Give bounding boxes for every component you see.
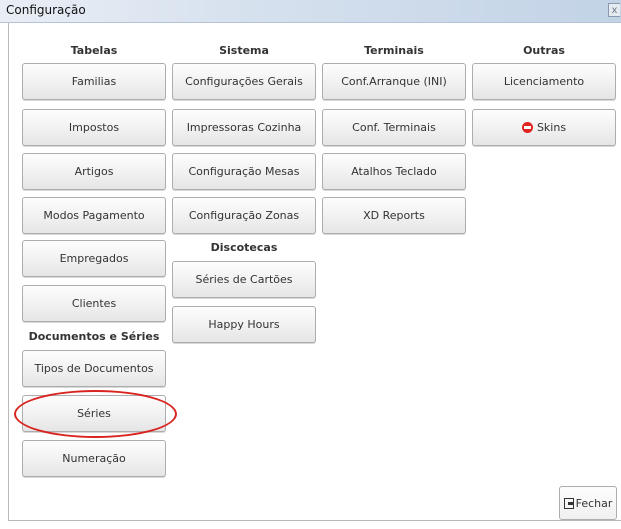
header-sistema: Sistema [219,44,269,57]
window-close-icon[interactable]: x [608,3,620,17]
fechar-button[interactable]: Fechar [559,486,617,520]
header-terminais: Terminais [364,44,424,57]
button-empregados[interactable]: Empregados [22,240,166,277]
button-modos-pagamento[interactable]: Modos Pagamento [22,197,166,234]
button-skins[interactable]: Skins [472,109,616,146]
stop-icon [521,122,533,133]
header-outras: Outras [523,44,565,57]
button-series-cartoes[interactable]: Séries de Cartões [172,261,316,298]
button-numeracao[interactable]: Numeração [22,440,166,477]
button-impostos[interactable]: Impostos [22,109,166,146]
door-exit-icon [563,497,574,509]
button-conf-terminais[interactable]: Conf. Terminais [322,109,466,146]
button-conf-arranque[interactable]: Conf.Arranque (INI) [322,63,466,100]
button-atalhos-teclado[interactable]: Atalhos Teclado [322,153,466,190]
button-tipos-documentos[interactable]: Tipos de Documentos [22,350,166,387]
button-artigos[interactable]: Artigos [22,153,166,190]
header-discotecas: Discotecas [210,241,278,254]
skins-label: Skins [536,121,567,134]
button-xd-reports[interactable]: XD Reports [322,197,466,234]
button-configuracoes-gerais[interactable]: Configurações Gerais [172,63,316,100]
window-title: Configuração [6,3,86,17]
button-impressoras-cozinha[interactable]: Impressoras Cozinha [172,109,316,146]
header-tabelas: Tabelas [70,44,118,57]
button-familias[interactable]: Familias [22,63,166,100]
button-licenciamento[interactable]: Licenciamento [472,63,616,100]
button-happy-hours[interactable]: Happy Hours [172,306,316,343]
title-bar: Configuração x [0,0,621,23]
header-documentos-series: Documentos e Séries [28,330,160,343]
button-clientes[interactable]: Clientes [22,285,166,322]
fechar-label: Fechar [575,496,613,510]
button-configuracao-zonas[interactable]: Configuração Zonas [172,197,316,234]
button-configuracao-mesas[interactable]: Configuração Mesas [172,153,316,190]
button-series[interactable]: Séries [22,395,166,432]
